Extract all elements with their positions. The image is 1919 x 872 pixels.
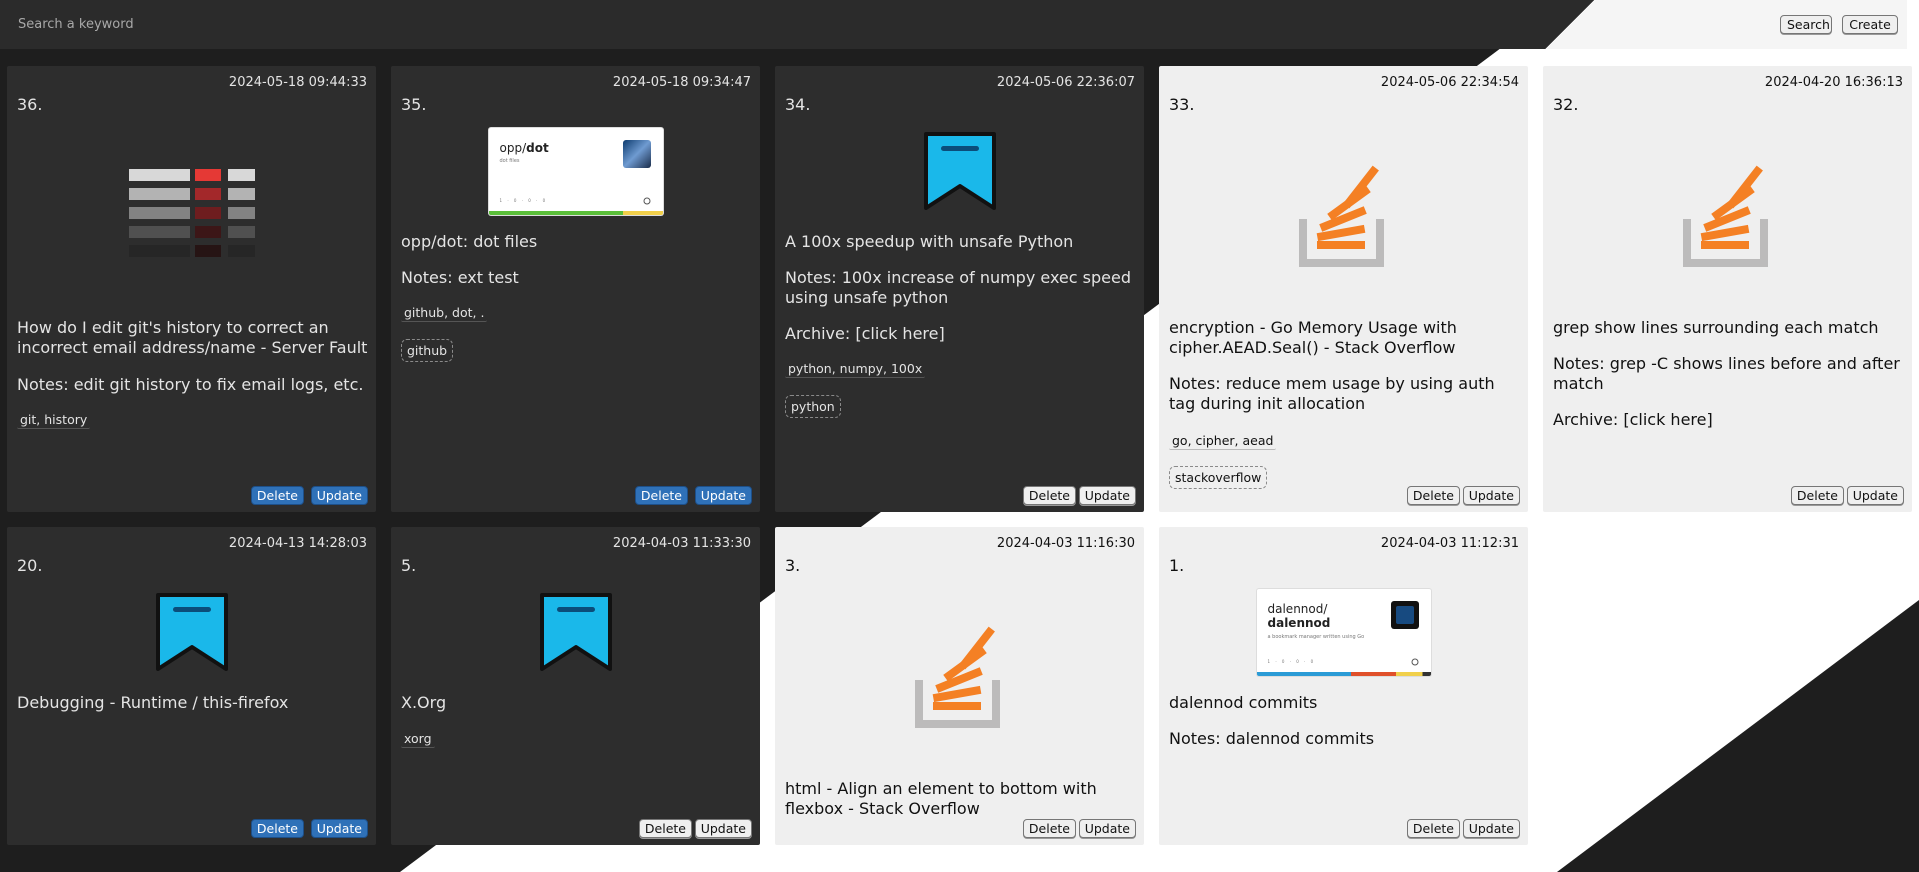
card-number: 1. [1169, 556, 1185, 575]
stackoverflow-icon [1159, 161, 1528, 267]
card-title[interactable]: How do I edit git's history to correct a… [17, 318, 368, 358]
card-tags: go, cipher, aead [1169, 432, 1277, 450]
card-notes: Notes: edit git history to fix email log… [17, 375, 364, 394]
delete-button[interactable]: Delete [250, 486, 304, 505]
update-button[interactable]: Update [694, 819, 752, 838]
repo-avatar [622, 140, 651, 168]
card-date: 2024-04-03 11:33:30 [612, 536, 751, 551]
bookmark-card-5: 2024-04-03 11:33:30 5. X.Org xorg Delete… [391, 527, 760, 845]
delete-button[interactable]: Delete [1406, 486, 1460, 505]
card-notes: Notes: reduce mem usage by using auth ta… [1169, 374, 1495, 413]
card-date: 2024-05-06 22:34:54 [1380, 75, 1519, 90]
card-date: 2024-05-18 09:34:47 [612, 75, 751, 90]
card-date: 2024-04-03 11:16:30 [996, 536, 1135, 551]
card-date: 2024-04-03 11:12:31 [1380, 536, 1519, 551]
tag-chip[interactable]: github [401, 339, 454, 362]
card-notes: Notes: dalennod commits [1169, 729, 1375, 748]
search-bar: Search Create [0, 0, 1907, 49]
bookmark-icon [7, 593, 376, 671]
card-title[interactable]: dalennod commits [1169, 693, 1520, 713]
archive-link[interactable]: Archive: [click here] [785, 324, 1136, 344]
update-button[interactable]: Update [694, 486, 752, 505]
stackoverflow-icon [1543, 161, 1912, 267]
card-number: 3. [785, 556, 801, 575]
delete-button[interactable]: Delete [1406, 819, 1460, 838]
bookmark-card-20: 2024-04-13 14:28:03 20. Debugging - Runt… [7, 527, 376, 845]
card-tags: xorg [401, 730, 435, 748]
github-repo-card: dalennod/ dalennod a bookmark manager wr… [1159, 589, 1528, 676]
card-title[interactable]: grep show lines surrounding each match [1553, 318, 1904, 338]
card-title[interactable]: encryption - Go Memory Usage with cipher… [1169, 318, 1520, 358]
repo-owner: opp/ [499, 141, 527, 155]
card-date: 2024-04-13 14:28:03 [228, 536, 367, 551]
card-title[interactable]: Debugging - Runtime / this-firefox [17, 693, 368, 713]
card-number: 33. [1169, 95, 1195, 114]
update-button[interactable]: Update [1078, 819, 1136, 838]
card-number: 5. [401, 556, 417, 575]
card-title[interactable]: A 100x speedup with unsafe Python [785, 232, 1136, 252]
search-button[interactable]: Search [1780, 15, 1832, 34]
update-button[interactable]: Update [310, 486, 368, 505]
card-notes: Notes: grep -C shows lines before and af… [1553, 354, 1900, 393]
repo-description: a bookmark manager written using Go [1267, 634, 1365, 640]
create-button[interactable]: Create [1842, 15, 1898, 34]
bookmark-card-34: 2024-05-06 22:36:07 34. A 100x speedup w… [775, 66, 1144, 512]
update-button[interactable]: Update [1078, 486, 1136, 505]
stackoverflow-icon [775, 622, 1144, 728]
update-button[interactable]: Update [1846, 486, 1904, 505]
card-number: 32. [1553, 95, 1579, 114]
bookmark-card-32: 2024-04-20 16:36:13 32. grep show lines … [1543, 66, 1912, 512]
repo-owner: dalennod/ [1267, 602, 1328, 616]
repo-stats: 1 · 0 · 0 · 0 [499, 198, 548, 203]
delete-button[interactable]: Delete [638, 819, 692, 838]
card-number: 35. [401, 95, 427, 114]
update-button[interactable]: Update [1462, 819, 1520, 838]
bookmark-icon [391, 593, 760, 671]
update-button[interactable]: Update [1462, 486, 1520, 505]
delete-button[interactable]: Delete [1790, 486, 1844, 505]
update-button[interactable]: Update [310, 819, 368, 838]
bookmark-card-3: 2024-04-03 11:16:30 3. html - Align an e… [775, 527, 1144, 845]
archive-link[interactable]: Archive: [click here] [1553, 410, 1904, 430]
search-input[interactable] [8, 10, 1428, 38]
repo-name: dalennod [1267, 616, 1331, 630]
repo-name: dot [526, 141, 549, 155]
github-icon [643, 197, 650, 205]
github-icon [1411, 658, 1418, 666]
repo-description: dot files [499, 158, 520, 164]
delete-button[interactable]: Delete [250, 819, 304, 838]
card-tags: github, dot, . [401, 304, 488, 322]
card-notes: Notes: ext test [401, 268, 519, 287]
card-number: 20. [17, 556, 43, 575]
card-notes: Notes: 100x increase of numpy exec speed… [785, 268, 1131, 307]
bookmark-icon [775, 132, 1144, 210]
delete-button[interactable]: Delete [634, 486, 688, 505]
github-repo-card: opp/dot dot files 1 · 0 · 0 · 0 [391, 128, 760, 215]
tag-chip[interactable]: python [785, 395, 841, 418]
delete-button[interactable]: Delete [1022, 819, 1076, 838]
card-tags: git, history [17, 411, 91, 429]
bookmark-card-35: 2024-05-18 09:34:47 35. opp/dot dot file… [391, 66, 760, 512]
card-title[interactable]: opp/dot: dot files [401, 232, 752, 252]
bookmark-card-33: 2024-05-06 22:34:54 33. encryption - Go … [1159, 66, 1528, 512]
card-date: 2024-05-18 09:44:33 [228, 75, 367, 90]
card-tags: python, numpy, 100x [785, 360, 926, 378]
bookmark-card-1: 2024-04-03 11:12:31 1. dalennod/ dalenno… [1159, 527, 1528, 845]
tag-chip[interactable]: stackoverflow [1169, 466, 1268, 489]
card-number: 36. [17, 95, 43, 114]
card-number: 34. [785, 95, 811, 114]
card-date: 2024-04-20 16:36:13 [1764, 75, 1903, 90]
repo-stats: 1 · 0 · 0 · 0 [1267, 659, 1316, 664]
card-date: 2024-05-06 22:36:07 [996, 75, 1135, 90]
card-title[interactable]: X.Org [401, 693, 752, 713]
bookmark-card-36: 2024-05-18 09:44:33 36. How do I edit gi… [7, 66, 376, 512]
card-title[interactable]: html - Align an element to bottom with f… [785, 779, 1136, 819]
table-grid-icon [7, 169, 376, 257]
delete-button[interactable]: Delete [1022, 486, 1076, 505]
repo-avatar [1390, 601, 1419, 629]
